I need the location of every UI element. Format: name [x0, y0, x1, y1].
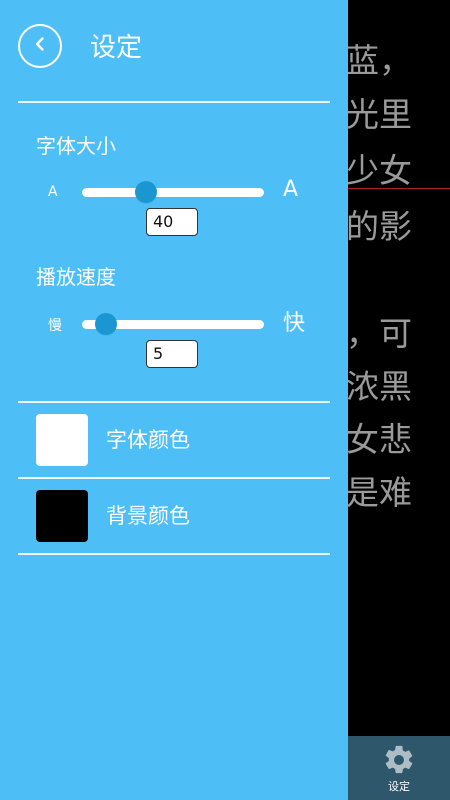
play-speed-max-label: 快: [283, 311, 306, 336]
play-speed-slider[interactable]: [82, 312, 264, 336]
font-color-label: 字体颜色: [106, 428, 190, 452]
font-size-slider-track: [82, 188, 264, 197]
font-color-swatch[interactable]: [36, 414, 88, 466]
font-size-max-label: A: [283, 177, 299, 202]
reader-line: [346, 257, 450, 309]
background-color-label: 背景颜色: [106, 504, 190, 528]
reader-line: 浓黑: [346, 367, 412, 406]
play-speed-label: 播放速度: [36, 265, 116, 289]
reader-line: ，可: [346, 314, 412, 353]
background-color-row[interactable]: 背景颜色: [18, 478, 330, 550]
font-size-slider[interactable]: [82, 180, 264, 204]
font-size-label: 字体大小: [36, 134, 116, 158]
reader-line: 的影: [346, 207, 412, 246]
reader-line: 少女: [346, 151, 412, 190]
font-size-slider-thumb[interactable]: [134, 181, 157, 203]
bottom-divider: [18, 553, 330, 555]
chevron-left-icon: [31, 35, 49, 57]
reader-line: 女悲: [346, 420, 412, 459]
back-button[interactable]: [18, 24, 62, 68]
reading-position-line: [348, 188, 450, 189]
settings-tab-label: 设定: [388, 780, 410, 793]
play-speed-min-label: 慢: [48, 318, 62, 334]
reader-screen: 蓝， 光里 少女 的影 ，可 浓黑 女悲 是难 设定 字体大小 A A 40 播…: [0, 0, 450, 800]
settings-tab[interactable]: 设定: [348, 736, 450, 800]
header-divider: [18, 101, 330, 103]
font-size-min-label: A: [48, 184, 58, 200]
play-speed-slider-thumb[interactable]: [94, 313, 117, 335]
reader-line: 光里: [346, 95, 412, 134]
background-color-swatch[interactable]: [36, 490, 88, 542]
settings-panel: 设定 字体大小 A A 40 播放速度 慢 快 5 字体颜色 背景颜色: [0, 0, 348, 800]
font-color-row[interactable]: 字体颜色: [18, 402, 330, 474]
settings-title: 设定: [90, 33, 143, 63]
gear-icon: [382, 743, 416, 777]
font-size-value-input[interactable]: 40: [146, 208, 198, 236]
reader-line: 是难: [346, 473, 412, 512]
play-speed-value-input[interactable]: 5: [146, 340, 198, 368]
reader-line: 蓝，: [346, 41, 412, 80]
